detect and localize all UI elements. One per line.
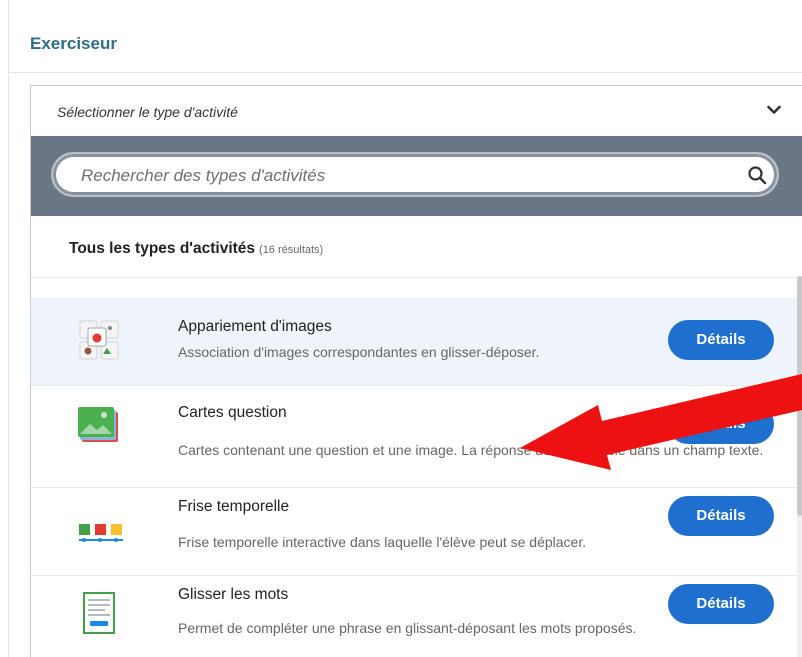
scrollbar[interactable] bbox=[797, 276, 802, 657]
divider bbox=[9, 72, 802, 73]
results-header: Tous les types d'activités (16 résultats) bbox=[31, 216, 802, 278]
item-title: Cartes question bbox=[178, 404, 287, 421]
results-title: Tous les types d'activités (16 résultats) bbox=[69, 240, 323, 258]
list-item[interactable]: Frise temporelle Frise temporelle intera… bbox=[31, 488, 797, 576]
activity-type-dropdown[interactable]: Sélectionner le type d'activité bbox=[31, 86, 802, 136]
item-title: Glisser les mots bbox=[178, 586, 289, 603]
item-title: Frise temporelle bbox=[178, 498, 290, 515]
timeline-icon bbox=[79, 524, 123, 542]
question-cards-icon bbox=[78, 407, 118, 442]
item-description: Frise temporelle interactive dans laquel… bbox=[178, 534, 587, 550]
list-item[interactable]: Appariement d'images Association d'image… bbox=[31, 298, 797, 386]
drag-words-icon bbox=[83, 592, 115, 634]
scrollbar-thumb[interactable] bbox=[797, 276, 802, 516]
chevron-down-icon[interactable] bbox=[767, 105, 781, 115]
section-title: Exerciseur bbox=[30, 34, 117, 53]
image-pairing-icon bbox=[79, 320, 119, 360]
search-input[interactable] bbox=[81, 165, 721, 187]
details-button[interactable]: Détails bbox=[668, 404, 774, 444]
list-item[interactable]: Glisser les mots Permet de compléter une… bbox=[31, 576, 797, 657]
details-button[interactable]: Détails bbox=[668, 320, 774, 360]
activity-type-selector: Sélectionner le type d'activité Tous les… bbox=[30, 85, 802, 657]
search-box[interactable] bbox=[51, 152, 779, 197]
results-count: (16 résultats) bbox=[259, 244, 324, 256]
details-button[interactable]: Détails bbox=[668, 496, 774, 536]
item-description: Cartes contenant une question et une ima… bbox=[178, 442, 764, 458]
search-icon[interactable] bbox=[747, 165, 767, 185]
results-title-text: Tous les types d'activités bbox=[69, 240, 256, 257]
details-button[interactable]: Détails bbox=[668, 584, 774, 624]
search-bar bbox=[31, 136, 802, 216]
dropdown-label: Sélectionner le type d'activité bbox=[57, 104, 238, 120]
list-item[interactable]: Cartes question Cartes contenant une que… bbox=[31, 386, 797, 488]
item-title: Appariement d'images bbox=[178, 318, 332, 335]
